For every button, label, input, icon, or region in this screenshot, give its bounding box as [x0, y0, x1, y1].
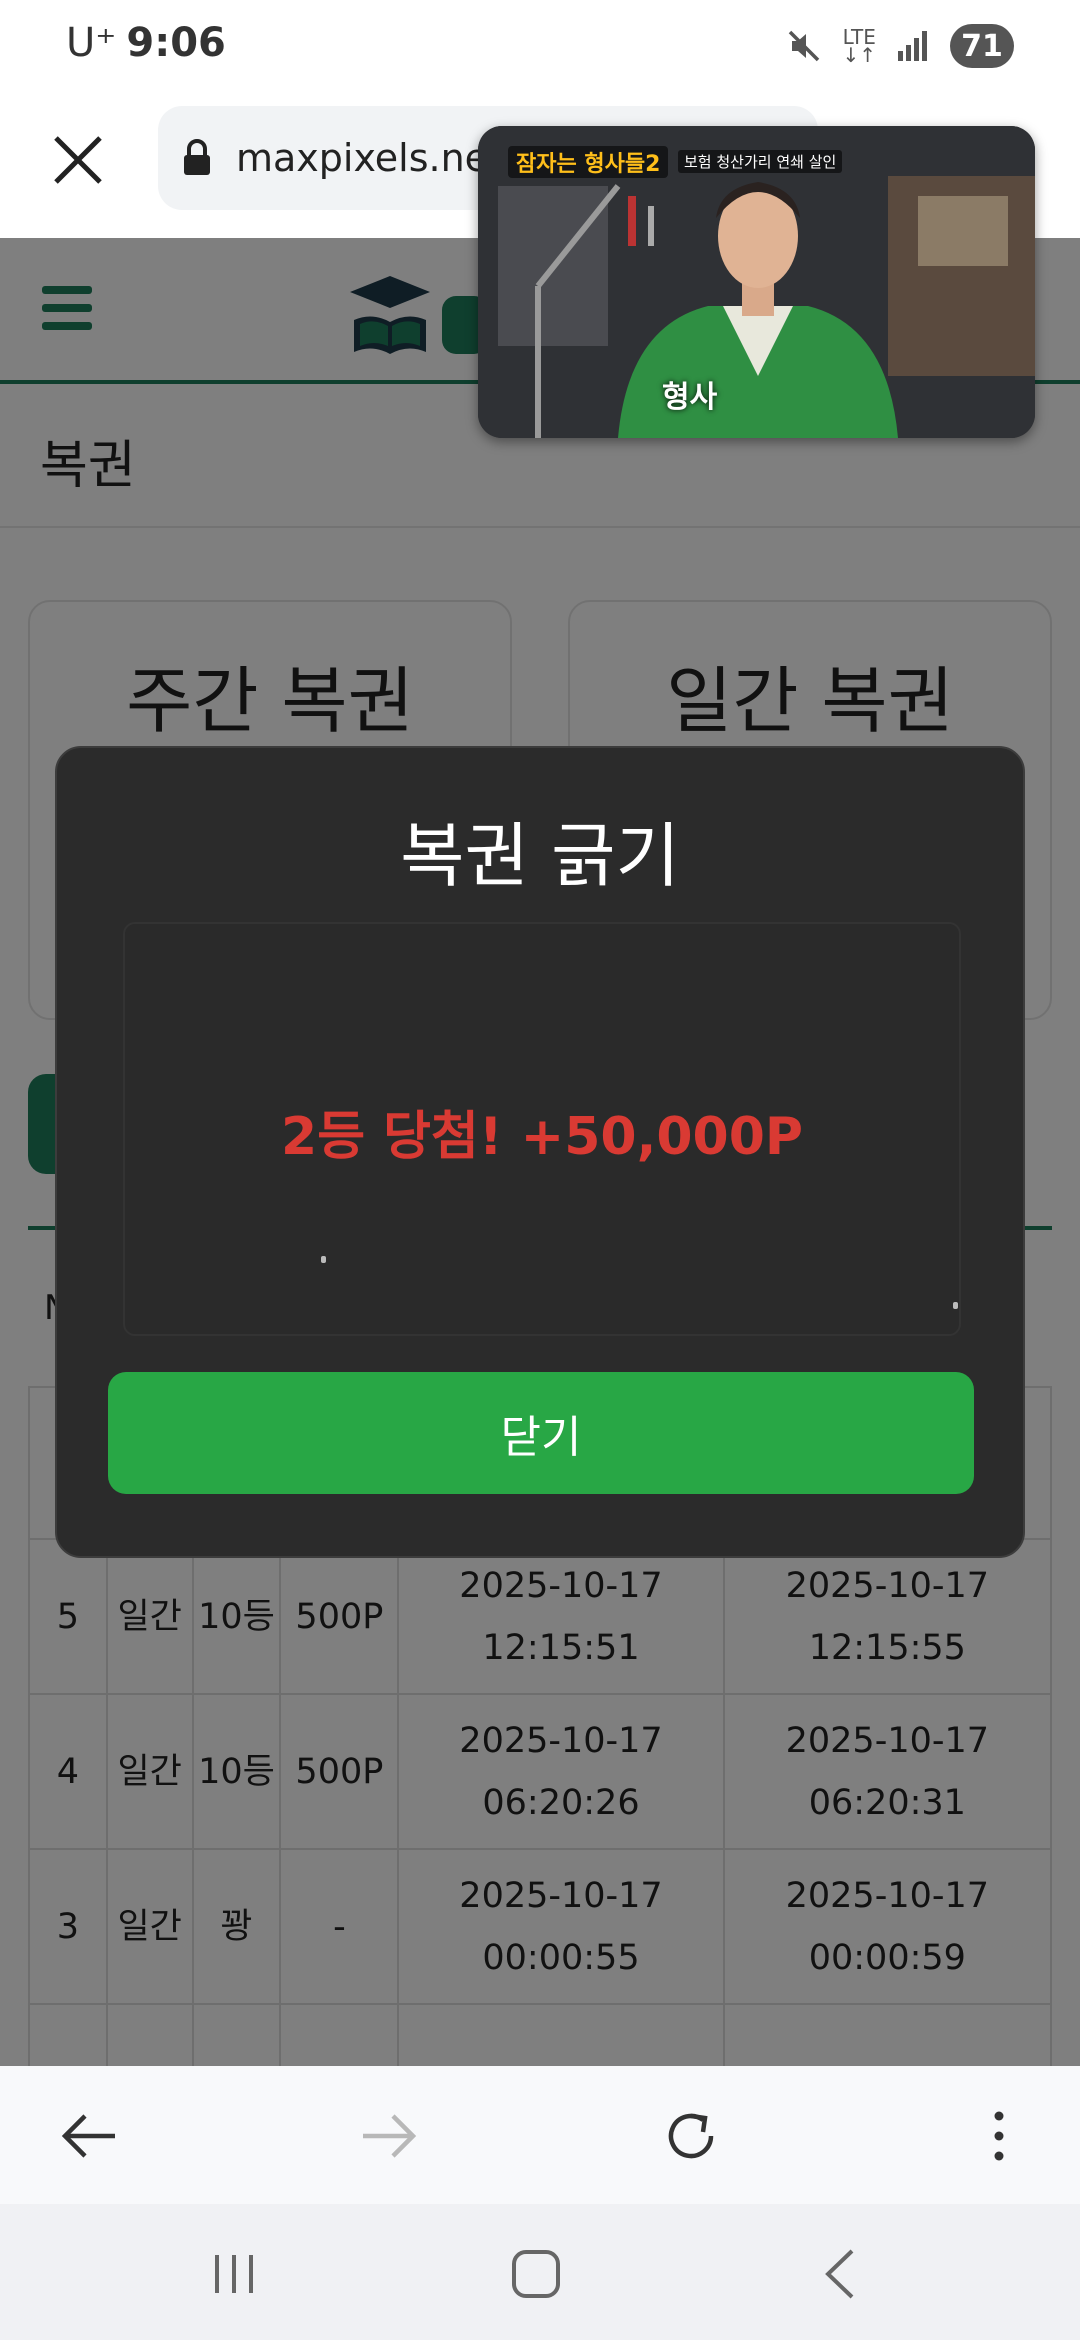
video-caption: 형사	[662, 380, 718, 415]
data-arrows-icon: ↓↑	[842, 43, 876, 67]
mute-icon	[786, 28, 822, 64]
prize-result: 2등 당첨! +50,000P	[281, 1107, 803, 1167]
close-tab-button[interactable]	[48, 130, 108, 190]
scratch-residue	[953, 1302, 958, 1309]
recent-apps-button[interactable]	[204, 2244, 264, 2304]
video-show-subtitle: 보험 청산가리 연쇄 살인	[678, 150, 843, 173]
close-icon	[54, 136, 102, 184]
scratch-residue	[321, 1256, 326, 1263]
clock: 9:06	[126, 20, 226, 66]
browser-bottom-bar	[0, 2066, 1080, 2204]
network-indicator: LTE ↓↑	[842, 27, 876, 67]
status-right: LTE ↓↑ 71	[786, 22, 1014, 70]
carrier-label: U⁺	[66, 20, 117, 66]
more-options-button[interactable]	[964, 2101, 1034, 2171]
home-button[interactable]	[506, 2244, 566, 2304]
signal-icon	[896, 29, 930, 63]
modal-title: 복권 긁기	[400, 815, 680, 897]
arrow-left-icon	[61, 2114, 115, 2158]
battery-indicator: 71	[950, 24, 1014, 68]
reload-button[interactable]	[656, 2101, 726, 2171]
url-text: maxpixels.ne	[236, 136, 489, 180]
scratch-area[interactable]: 2등 당첨! +50,000P	[123, 922, 961, 1336]
recent-apps-icon	[215, 2255, 253, 2293]
system-back-button[interactable]	[810, 2244, 870, 2304]
chevron-left-icon	[825, 2249, 854, 2299]
lock-icon	[184, 139, 210, 175]
web-page: 복권 주간 복권 일간 복권 N 5 일간 10등 500P 2025-10-1…	[0, 238, 1080, 2066]
arrow-right-icon	[363, 2114, 417, 2158]
reload-icon	[668, 2113, 714, 2159]
forward-button[interactable]	[354, 2101, 424, 2171]
status-left: U⁺ 9:06	[66, 20, 226, 66]
more-vertical-icon	[994, 2111, 1004, 2161]
video-show-title: 잠자는 형사들2	[508, 146, 669, 178]
status-bar: U⁺ 9:06 LTE ↓↑ 71	[0, 0, 1080, 92]
system-navigation-bar	[0, 2204, 1080, 2340]
pip-video-player[interactable]: 잠자는 형사들2 보험 청산가리 연쇄 살인 형사	[478, 126, 1035, 438]
close-button[interactable]: 닫기	[108, 1372, 974, 1494]
home-icon	[512, 2250, 560, 2298]
back-button[interactable]	[54, 2101, 124, 2171]
scratch-lottery-modal: 복권 긁기 2등 당첨! +50,000P 닫기	[55, 746, 1025, 1558]
